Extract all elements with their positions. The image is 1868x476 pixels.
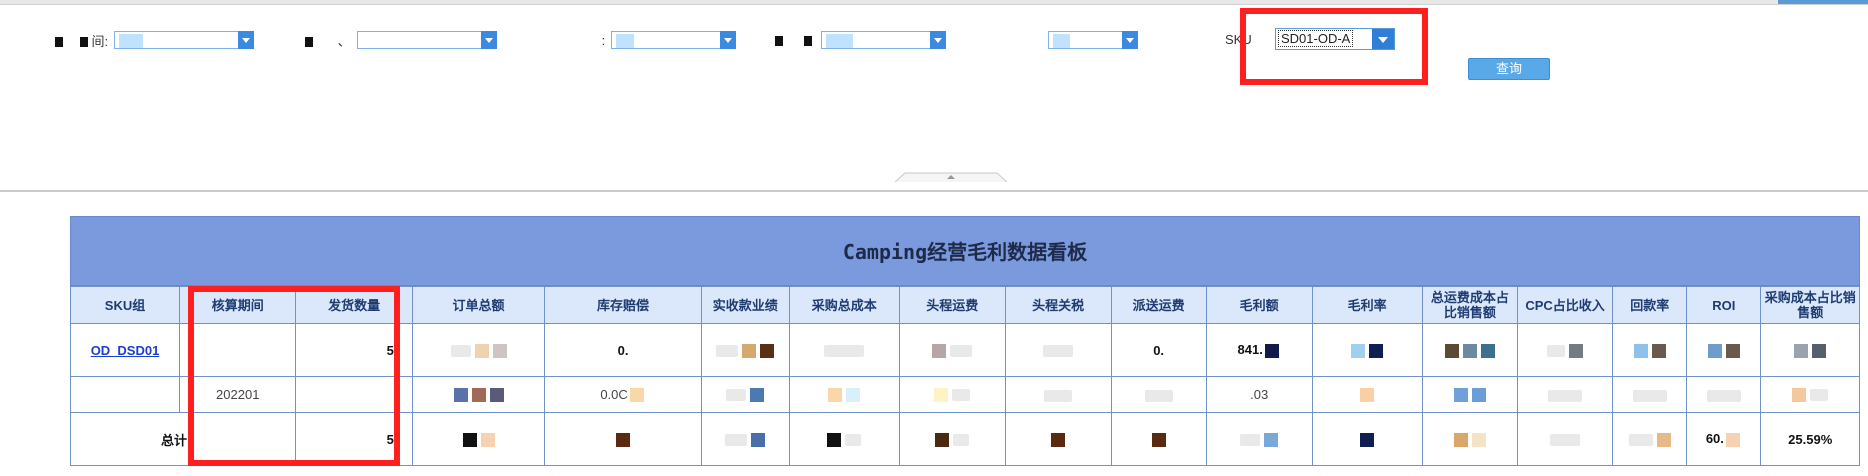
obscured-cell (1004, 412, 1112, 466)
highlight-box-sku (1240, 8, 1428, 85)
roi-cell: 60. (1686, 412, 1762, 466)
obscured-cell (700, 376, 790, 413)
collapse-handle[interactable] (895, 172, 1007, 182)
obscured-cell (411, 323, 546, 377)
chevron-down-icon[interactable] (930, 31, 947, 49)
col-header[interactable]: ROI (1686, 286, 1762, 324)
board-title: Camping经营毛利数据看板 (70, 216, 1860, 286)
obscured-cell (700, 323, 790, 377)
profit-board: Camping经营毛利数据看板 SKU组 核算期间 发货数量 订单总额 库存赔偿… (69, 216, 1860, 466)
query-button[interactable]: 查询 (1468, 58, 1550, 80)
col-header[interactable]: CPC占比收入 (1516, 286, 1614, 324)
filter-3: : (580, 28, 737, 52)
obscured-cell (1110, 376, 1207, 413)
obscured-cell (700, 412, 790, 466)
col-header[interactable]: 实收款业绩 (700, 286, 790, 324)
obscured-cell (1516, 376, 1614, 413)
obscured-cell (1311, 323, 1423, 377)
filter-label (775, 33, 815, 48)
obscured-cell (1421, 376, 1518, 413)
obscured-cell (1516, 412, 1614, 466)
filter-3-select[interactable] (611, 31, 737, 49)
obscured-cell (1110, 412, 1207, 466)
sku-group-cell (69, 376, 181, 413)
obscured-cell (1612, 376, 1688, 413)
section-divider (0, 190, 1868, 192)
col-header[interactable]: 采购成本占比销售额 (1760, 286, 1860, 324)
chevron-down-icon[interactable] (1121, 31, 1138, 49)
gross-profit-cell: .03 (1205, 376, 1313, 413)
col-header[interactable]: 头程运费 (898, 286, 1006, 324)
col-header[interactable]: 派送运费 (1110, 286, 1207, 324)
obscured-cell (1421, 323, 1518, 377)
col-header[interactable]: 采购总成本 (788, 286, 900, 324)
obscured-cell (1612, 323, 1688, 377)
obscured-cell (1760, 323, 1860, 377)
obscured-cell (788, 412, 900, 466)
obscured-cell (544, 412, 702, 466)
chevron-down-icon[interactable] (480, 31, 497, 49)
obscured-cell (788, 376, 900, 413)
gross-profit-cell: 841. (1205, 323, 1313, 377)
filter-2: 、 (305, 28, 497, 52)
col-header[interactable]: SKU组 (69, 286, 181, 324)
filter-4 (775, 28, 947, 52)
obscured-cell (1421, 412, 1518, 466)
chevron-down-icon[interactable] (238, 31, 255, 49)
obscured-cell (1686, 376, 1762, 413)
sku-group-link[interactable]: OD_DSD01 (91, 343, 160, 358)
filter-label (1020, 33, 1042, 48)
obscured-cell (1311, 412, 1423, 466)
obscured-cell (1205, 412, 1313, 466)
period-select[interactable] (114, 31, 255, 49)
obscured-cell (411, 376, 546, 413)
filter-5 (1020, 28, 1138, 52)
purchase-ratio-cell: 25.59% (1760, 412, 1860, 466)
filter-label: : (580, 32, 606, 48)
filter-4-select[interactable] (821, 31, 947, 49)
filter-label: 、 (305, 31, 351, 50)
obscured-cell (898, 412, 1006, 466)
obscured-cell (1004, 376, 1112, 413)
obscured-cell (898, 376, 1006, 413)
inventory-comp-cell: 0. (544, 323, 702, 377)
obscured-cell (1004, 323, 1112, 377)
obscured-cell (1516, 323, 1614, 377)
col-header[interactable]: 总运费成本占比销售额 (1421, 286, 1518, 324)
obscured-cell (1686, 323, 1762, 377)
col-header[interactable]: 毛利率 (1311, 286, 1423, 324)
obscured-cell (788, 323, 900, 377)
filter-bar: 间: 、 : SKU SD01-OD-A 查询 (0, 0, 1868, 190)
filter-label: 间: (55, 31, 108, 50)
highlight-box-columns (188, 286, 400, 466)
col-header[interactable]: 订单总额 (411, 286, 546, 324)
obscured-cell (1612, 412, 1688, 466)
col-header[interactable]: 库存赔偿 (544, 286, 702, 324)
filter-5-select[interactable] (1047, 31, 1138, 49)
filter-period: 间: (55, 28, 255, 52)
obscured-cell (411, 412, 546, 466)
inventory-comp-cell: 0.0C (544, 376, 702, 413)
obscured-cell (1311, 376, 1423, 413)
obscured-cell (1760, 376, 1860, 413)
filter-2-select[interactable] (356, 31, 497, 49)
delivery-fee-cell: 0. (1110, 323, 1207, 377)
chevron-down-icon[interactable] (720, 31, 737, 49)
col-header[interactable]: 回款率 (1612, 286, 1688, 324)
sku-group-cell[interactable]: OD_DSD01 (69, 323, 181, 377)
col-header[interactable]: 毛利额 (1205, 286, 1313, 324)
col-header[interactable]: 头程关税 (1004, 286, 1112, 324)
obscured-cell (898, 323, 1006, 377)
